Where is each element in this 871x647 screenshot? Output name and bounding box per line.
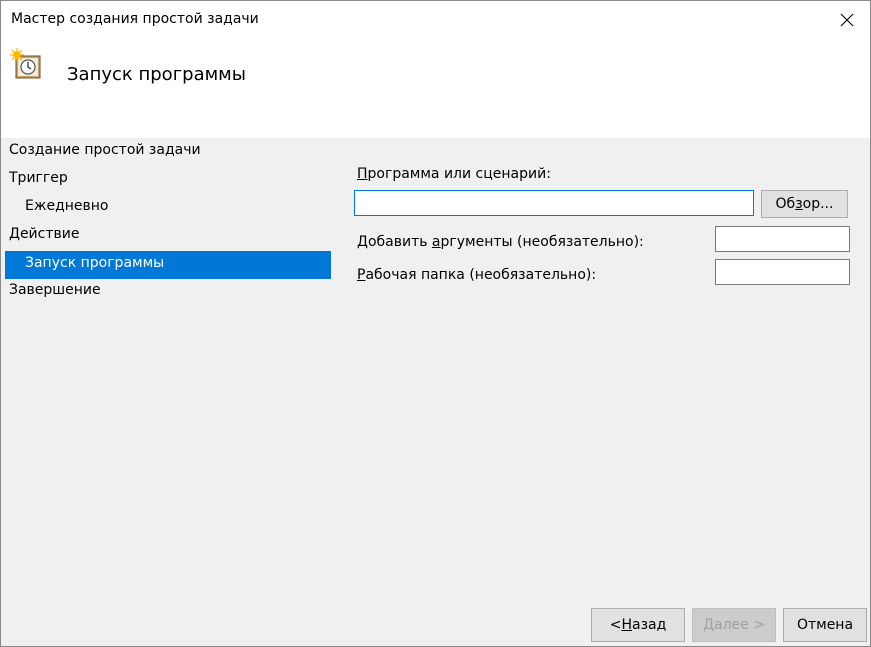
working-folder-label: Рабочая папка (необязательно): xyxy=(357,267,597,283)
close-button[interactable] xyxy=(824,1,870,39)
page-title: Запуск программы xyxy=(67,64,246,85)
action-form: Программа или сценарий: Об з ор... Добавит… xyxy=(341,138,870,598)
nav-step-trigger: Триггер xyxy=(9,166,329,194)
wizard-steps-nav: Создание простой задачи Триггер Ежедневн… xyxy=(1,138,341,598)
program-input[interactable] xyxy=(354,190,754,216)
browse-button[interactable]: Об з ор... xyxy=(761,190,848,218)
nav-step-label: Действие xyxy=(9,226,80,242)
wizard-window: Мастер создания простой задачи Запуск пр… xyxy=(0,0,871,647)
window-title: Мастер создания простой задачи xyxy=(11,11,259,27)
nav-step-label: Триггер xyxy=(9,170,68,186)
close-icon xyxy=(840,13,854,27)
next-button[interactable]: Далее > xyxy=(692,608,776,642)
nav-step-label: Завершение xyxy=(9,282,101,298)
nav-step-label: Создание простой задачи xyxy=(9,142,201,158)
program-label: Программа или сценарий: xyxy=(357,166,551,182)
nav-step-start-program: Запуск программы xyxy=(5,251,331,279)
nav-step-action: Действие xyxy=(9,222,329,250)
nav-step-label: Ежедневно xyxy=(25,198,109,214)
working-folder-input[interactable] xyxy=(715,259,850,285)
back-button[interactable]: < Назад xyxy=(591,608,685,642)
title-bar: Мастер создания простой задачи xyxy=(1,1,870,39)
nav-step-create-task: Создание простой задачи xyxy=(9,138,329,166)
nav-step-finish: Завершение xyxy=(9,278,329,306)
task-scheduler-clock-icon xyxy=(10,48,41,79)
nav-step-daily: Ежедневно xyxy=(25,194,329,222)
arguments-input[interactable] xyxy=(715,226,850,252)
cancel-button[interactable]: Отмена xyxy=(783,608,867,642)
arguments-label: Добавить аргументы (необязательно): xyxy=(357,234,644,250)
nav-step-label: Запуск программы xyxy=(25,255,165,271)
wizard-header: Запуск программы xyxy=(1,39,870,138)
